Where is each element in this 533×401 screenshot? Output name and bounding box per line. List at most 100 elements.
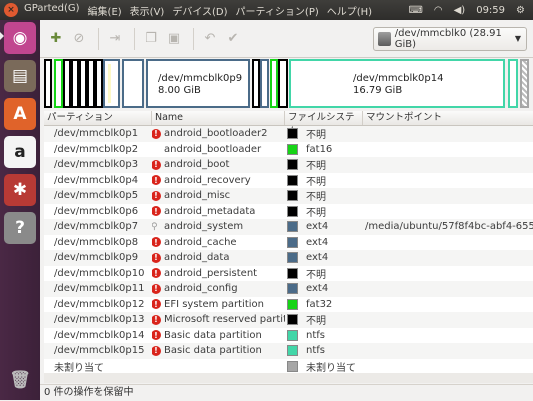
- menu-help[interactable]: ヘルプ(H): [327, 3, 380, 18]
- map-segment[interactable]: [252, 59, 260, 108]
- table-row[interactable]: /dev/mmcblk0p7 ⚲ android_system ext4/media/…: [44, 219, 533, 235]
- filesystem-cell: 不明: [285, 266, 363, 281]
- filesystem-color-swatch: [287, 174, 298, 186]
- filesystem-cell: 不明: [285, 312, 363, 327]
- table-row[interactable]: 未割り当て 未割り当て: [44, 359, 533, 373]
- wifi-icon[interactable]: ◠: [434, 5, 443, 16]
- filesystem-color-swatch: [287, 143, 298, 155]
- table-row[interactable]: /dev/mmcblk0p12! EFI system partition fat3…: [44, 297, 533, 313]
- partition-path: /dev/mmcblk0p10: [54, 267, 145, 279]
- partition-name: android_bootloader2: [164, 128, 268, 140]
- clock[interactable]: 09:59: [476, 5, 505, 16]
- horizontal-scrollbar[interactable]: [44, 373, 533, 383]
- column-header-mountpoint[interactable]: マウントポイント: [363, 111, 533, 125]
- table-row[interactable]: /dev/mmcblk0p2 android_bootloader fat16: [44, 142, 533, 158]
- copy-icon[interactable]: ❐: [141, 29, 161, 49]
- column-header-filesystem[interactable]: ファイルシステム: [285, 111, 363, 137]
- table-row[interactable]: /dev/mmcblk0p5! android_misc 不明: [44, 188, 533, 204]
- menu-view[interactable]: 表示(V): [130, 3, 173, 18]
- map-segment[interactable]: [122, 59, 144, 108]
- partition-name-cell: ! EFI system partition: [152, 299, 285, 310]
- partition-name-cell: ! android_persistent: [152, 268, 285, 279]
- partition-name-cell: ! android_misc: [152, 190, 285, 201]
- trash-icon[interactable]: 🗑: [4, 364, 36, 396]
- table-row[interactable]: /dev/mmcblk0p3! android_boot 不明: [44, 157, 533, 173]
- filesystem-color-swatch: [287, 298, 298, 310]
- settings-gear-icon[interactable]: ⚙: [516, 5, 525, 16]
- software-center-icon[interactable]: A: [4, 98, 36, 130]
- map-segment[interactable]: [103, 59, 120, 108]
- map-label: /dev/mmcblk0p14 16.79 GiB: [353, 73, 444, 97]
- map-segment-unallocated[interactable]: [520, 59, 529, 108]
- map-segment[interactable]: [508, 59, 518, 108]
- map-segment[interactable]: [79, 59, 87, 108]
- partition-map: /dev/mmcblk0p9 8.00 GiB /dev/mmcblk0p14 …: [44, 59, 531, 108]
- launcher: ◉ ▤ A a ✱ ? 🗑: [0, 20, 40, 400]
- column-header-partition[interactable]: パーティション: [44, 111, 152, 125]
- partition-path: 未割り当て: [54, 362, 104, 373]
- warning-icon: !: [152, 252, 161, 263]
- table-row[interactable]: /dev/mmcblk0p4! android_recovery 不明: [44, 173, 533, 189]
- partition-name-cell: ! android_cache: [152, 237, 285, 248]
- table-row[interactable]: /dev/mmcblk0p14! Basic data partition ntfs: [44, 328, 533, 344]
- filesystem-color-swatch: [287, 314, 298, 326]
- menu-edit[interactable]: 編集(E): [88, 3, 130, 18]
- table-row[interactable]: /dev/mmcblk0p1! android_bootloader2 不明: [44, 126, 533, 142]
- partition-path: /dev/mmcblk0p3: [54, 159, 139, 171]
- map-segment[interactable]: [95, 59, 103, 108]
- table-header: パーティション Name ファイルシステム マウントポイント: [44, 111, 533, 137]
- filesystem-cell: ext4: [285, 236, 363, 248]
- map-segment[interactable]: [278, 59, 288, 108]
- partition-name-cell: ! android_config: [152, 283, 285, 294]
- table-row[interactable]: /dev/mmcblk0p11! android_config ext4: [44, 281, 533, 297]
- menu-gparted[interactable]: GParted(G): [24, 3, 88, 18]
- undo-icon[interactable]: ↶: [200, 29, 220, 49]
- files-icon[interactable]: ▤: [4, 60, 36, 92]
- map-segment-p9[interactable]: /dev/mmcblk0p9 8.00 GiB: [146, 59, 250, 108]
- new-partition-icon[interactable]: ✚: [46, 29, 66, 49]
- table-row[interactable]: /dev/mmcblk0p13! Microsoft reserved parti…: [44, 312, 533, 328]
- table-row[interactable]: /dev/mmcblk0p8! android_cache ext4: [44, 235, 533, 251]
- filesystem-label: 不明: [306, 130, 326, 142]
- volume-icon[interactable]: ◀): [454, 5, 466, 16]
- toolbar: ✚ ⊘ ⇥ ❐ ▣ ↶ ✔ /dev/mmcblk0 (28.91 GiB) ▼: [40, 20, 533, 58]
- partition-path: /dev/mmcblk0p9: [54, 252, 139, 264]
- paste-icon[interactable]: ▣: [164, 29, 184, 49]
- device-selector[interactable]: /dev/mmcblk0 (28.91 GiB) ▼: [373, 26, 527, 51]
- resize-move-icon[interactable]: ⇥: [105, 29, 125, 49]
- map-segment-p14[interactable]: /dev/mmcblk0p14 16.79 GiB: [289, 59, 505, 108]
- warning-icon: !: [152, 206, 161, 217]
- filesystem-label: ext4: [306, 221, 329, 233]
- table-row[interactable]: /dev/mmcblk0p15! Basic data partition ntfs: [44, 343, 533, 359]
- table-body: /dev/mmcblk0p1! android_bootloader2 不明/dev…: [44, 126, 533, 373]
- system-settings-icon[interactable]: ✱: [4, 174, 36, 206]
- ubuntu-dash-icon[interactable]: ◉: [4, 22, 36, 54]
- apply-icon[interactable]: ✔: [223, 29, 243, 49]
- filesystem-cell: 不明: [285, 126, 363, 141]
- menu-device[interactable]: デバイス(D): [172, 3, 235, 18]
- filesystem-cell: 未割り当て: [285, 359, 363, 373]
- map-segment[interactable]: [54, 59, 63, 108]
- keyboard-icon[interactable]: ⌨: [408, 5, 422, 16]
- help-icon[interactable]: ?: [4, 212, 36, 244]
- delete-partition-icon[interactable]: ⊘: [69, 29, 89, 49]
- close-window-button[interactable]: ×: [4, 3, 18, 17]
- map-segment[interactable]: [44, 59, 52, 108]
- map-segment[interactable]: [63, 59, 71, 108]
- partition-name: Basic data partition: [164, 345, 262, 357]
- table-row[interactable]: /dev/mmcblk0p9! android_data ext4: [44, 250, 533, 266]
- warning-icon: !: [152, 175, 161, 186]
- menu-partition[interactable]: パーティション(P): [236, 3, 327, 18]
- filesystem-label: 不明: [306, 192, 326, 204]
- table-row[interactable]: /dev/mmcblk0p10 ! android_persistent 不明: [44, 266, 533, 282]
- map-segment[interactable]: [87, 59, 95, 108]
- warning-icon: !: [152, 159, 161, 170]
- amazon-icon[interactable]: a: [4, 136, 36, 168]
- column-header-name[interactable]: Name: [152, 111, 285, 125]
- map-segment[interactable]: [71, 59, 79, 108]
- partition-name: android_config: [164, 283, 238, 295]
- table-row[interactable]: /dev/mmcblk0p6! android_metadata 不明: [44, 204, 533, 220]
- map-segment[interactable]: [270, 59, 278, 108]
- map-segment[interactable]: [260, 59, 269, 108]
- partition-path: /dev/mmcblk0p13: [54, 314, 145, 326]
